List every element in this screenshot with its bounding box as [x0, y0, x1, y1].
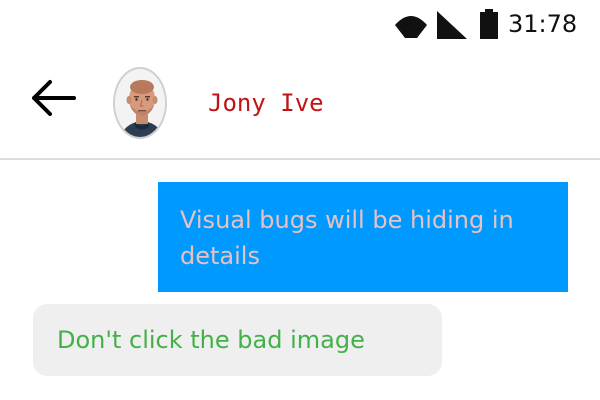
chat-header: Jony Ive	[0, 48, 600, 160]
signal-icon	[437, 11, 467, 39]
contact-name[interactable]: Jony Ive	[208, 85, 324, 121]
outgoing-message: Visual bugs will be hiding in details	[158, 182, 568, 292]
avatar-image	[115, 69, 165, 137]
wifi-icon	[395, 16, 427, 38]
status-bar: 31:78	[0, 0, 600, 48]
chat-screen: 31:78 Jony Ive Visual bugs will be hidin…	[0, 0, 600, 400]
battery-icon	[480, 9, 498, 39]
back-arrow-icon[interactable]	[30, 78, 80, 118]
contact-avatar[interactable]	[113, 67, 167, 139]
incoming-message[interactable]: Don't click the bad image	[33, 304, 442, 376]
status-time: 31:78	[508, 10, 578, 38]
